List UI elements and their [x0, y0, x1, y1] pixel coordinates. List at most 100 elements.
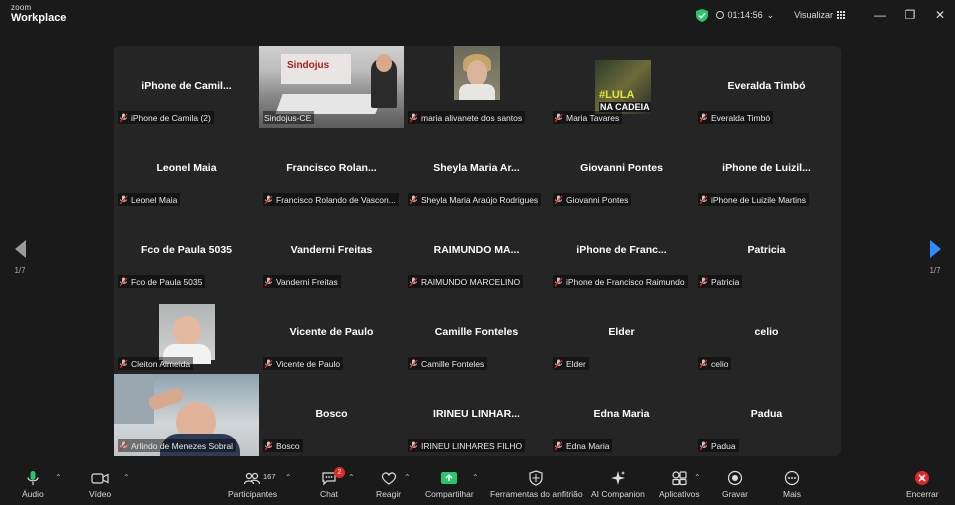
- participant-tile[interactable]: Elder Elder: [549, 292, 694, 374]
- mic-muted-icon: [119, 113, 128, 122]
- participant-tile[interactable]: Sheyla Maria Ar... Sheyla Maria Araújo R…: [404, 128, 549, 210]
- reactions-options-chevron-icon[interactable]: ⌃: [404, 473, 411, 482]
- zoom-logo: zoom Workplace: [11, 4, 66, 24]
- page-indicator-right: 1/7: [929, 266, 941, 275]
- mic-muted-icon: [409, 195, 418, 204]
- participant-tile[interactable]: Everalda Timbó Everalda Timbó: [694, 46, 839, 128]
- restore-button[interactable]: ❐: [895, 0, 925, 30]
- participant-tile[interactable]: Camille Fonteles Camille Fonteles: [404, 292, 549, 374]
- participant-label: iPhone de Francisco Raimundo: [553, 275, 688, 288]
- participant-tile[interactable]: Giovanni Pontes Giovanni Pontes: [549, 128, 694, 210]
- next-page-button[interactable]: 1/7: [925, 240, 945, 275]
- mic-muted-icon: [554, 195, 563, 204]
- participant-label: celio: [698, 357, 732, 370]
- participant-tile[interactable]: Patricia Patricia: [694, 210, 839, 292]
- participant-label: Sindojus-CE: [263, 111, 315, 124]
- participant-tile[interactable]: Edna Maria Edna Maria: [549, 374, 694, 456]
- participant-tile[interactable]: maria alivanete dos santos: [404, 46, 549, 128]
- mic-muted-icon: [264, 277, 273, 286]
- mic-muted-icon: [699, 195, 708, 204]
- participant-name-center: celio: [754, 326, 779, 338]
- previous-page-button[interactable]: 1/7: [10, 240, 30, 275]
- participant-name-center: iPhone de Camil...: [141, 80, 232, 92]
- page-indicator-left: 1/7: [14, 266, 26, 275]
- participant-name-center: Padua: [750, 408, 783, 420]
- ai-companion-button[interactable]: AI Companion: [591, 470, 645, 499]
- meeting-timer[interactable]: 01:14:56 ⌄: [715, 10, 774, 21]
- record-button[interactable]: Gravar: [722, 470, 748, 499]
- view-button[interactable]: Visualizar: [794, 10, 845, 20]
- more-icon: [784, 470, 800, 486]
- grid-icon: [837, 11, 845, 19]
- participant-tile[interactable]: iPhone de Camil... iPhone de Camila (2): [114, 46, 259, 128]
- participant-label: Arlindo de Menezes Sobral: [118, 439, 237, 452]
- close-button[interactable]: ✕: [925, 0, 955, 30]
- audio-options-chevron-icon[interactable]: ⌃: [55, 473, 62, 482]
- participant-label: Leonel Maia: [118, 193, 181, 206]
- participant-name-center: Vicente de Paulo: [289, 326, 374, 338]
- participant-tile[interactable]: Francisco Rolan... Francisco Rolando de …: [259, 128, 404, 210]
- mic-muted-icon: [699, 113, 708, 122]
- participant-label: Giovanni Pontes: [553, 193, 632, 206]
- share-screen-button[interactable]: Compartilhar: [425, 470, 474, 499]
- mic-muted-icon: [264, 441, 273, 450]
- shield-check-icon[interactable]: [695, 8, 708, 22]
- video-camera-icon: [91, 473, 109, 484]
- participant-tile[interactable]: IRINEU LINHAR... IRINEU LINHARES FILHO: [404, 374, 549, 456]
- participant-name-center: IRINEU LINHAR...: [433, 408, 520, 420]
- shield-icon: [529, 470, 543, 486]
- participant-tile[interactable]: celio celio: [694, 292, 839, 374]
- audio-button[interactable]: Áudio: [22, 470, 44, 499]
- video-options-chevron-icon[interactable]: ⌃: [123, 473, 130, 482]
- view-label: Visualizar: [794, 10, 833, 20]
- participant-tile[interactable]: Vanderni Freitas Vanderni Freitas: [259, 210, 404, 292]
- chat-unread-badge: 2: [334, 467, 345, 478]
- arrow-left-icon: [14, 240, 26, 258]
- logo-small-text: zoom: [11, 3, 32, 12]
- participants-button[interactable]: 167 Participantes: [228, 470, 277, 499]
- participant-name-center: Giovanni Pontes: [580, 162, 663, 174]
- participant-label: iPhone de Luizile Martins: [698, 193, 809, 206]
- minimize-button[interactable]: —: [865, 0, 895, 30]
- participants-options-chevron-icon[interactable]: ⌃: [285, 473, 292, 482]
- host-tools-button[interactable]: Ferramentas do anfitrião: [490, 470, 583, 499]
- more-button[interactable]: Mais: [783, 470, 801, 499]
- microphone-icon: [27, 471, 39, 485]
- participant-name-center: Bosco: [315, 408, 348, 420]
- participant-tile[interactable]: iPhone de Luizil... iPhone de Luizile Ma…: [694, 128, 839, 210]
- participant-tile[interactable]: Padua Padua: [694, 374, 839, 456]
- participant-tile[interactable]: Vicente de Paulo Vicente de Paulo: [259, 292, 404, 374]
- participant-label: Camille Fonteles: [408, 357, 488, 370]
- participant-label: Padua: [698, 439, 739, 452]
- participant-video: [454, 46, 500, 100]
- participant-tile[interactable]: Cleiton Almeida: [114, 292, 259, 374]
- participant-tile[interactable]: RAIMUNDO MA... RAIMUNDO MARCELINO: [404, 210, 549, 292]
- participant-tile[interactable]: iPhone de Franc... iPhone de Francisco R…: [549, 210, 694, 292]
- share-options-chevron-icon[interactable]: ⌃: [472, 473, 479, 482]
- heart-icon: [381, 472, 396, 485]
- mic-muted-icon: [409, 441, 418, 450]
- arrow-right-icon: [929, 240, 941, 258]
- participant-tile[interactable]: Arlindo de Menezes Sobral: [114, 374, 259, 456]
- participants-count: 167: [263, 472, 276, 481]
- apps-options-chevron-icon[interactable]: ⌃: [694, 473, 701, 482]
- participant-tile-active-speaker[interactable]: Sindojus Sindojus-CE: [259, 46, 404, 128]
- end-meeting-button[interactable]: Encerrar: [906, 470, 939, 499]
- participant-label: maria alivanete dos santos: [408, 111, 526, 124]
- participant-label: Elder: [553, 357, 589, 370]
- mic-muted-icon: [409, 277, 418, 286]
- participant-tile[interactable]: Leonel Maia Leonel Maia: [114, 128, 259, 210]
- mic-muted-icon: [699, 441, 708, 450]
- participant-tile[interactable]: #LULA NA CADEIA Maria Tavares: [549, 46, 694, 128]
- participant-name-center: Leonel Maia: [156, 162, 217, 174]
- participants-icon: [243, 472, 260, 485]
- video-button[interactable]: Vídeo: [89, 470, 111, 499]
- logo-big-text: Workplace: [11, 12, 67, 24]
- chat-button[interactable]: 2 Chat: [320, 467, 345, 499]
- participant-tile[interactable]: Fco de Paula 5035 Fco de Paula 5035: [114, 210, 259, 292]
- participant-tile[interactable]: Bosco Bosco: [259, 374, 404, 456]
- reactions-button[interactable]: Reagir: [376, 470, 401, 499]
- mic-muted-icon: [119, 195, 128, 204]
- participant-name-center: iPhone de Franc...: [576, 244, 667, 256]
- chat-options-chevron-icon[interactable]: ⌃: [348, 473, 355, 482]
